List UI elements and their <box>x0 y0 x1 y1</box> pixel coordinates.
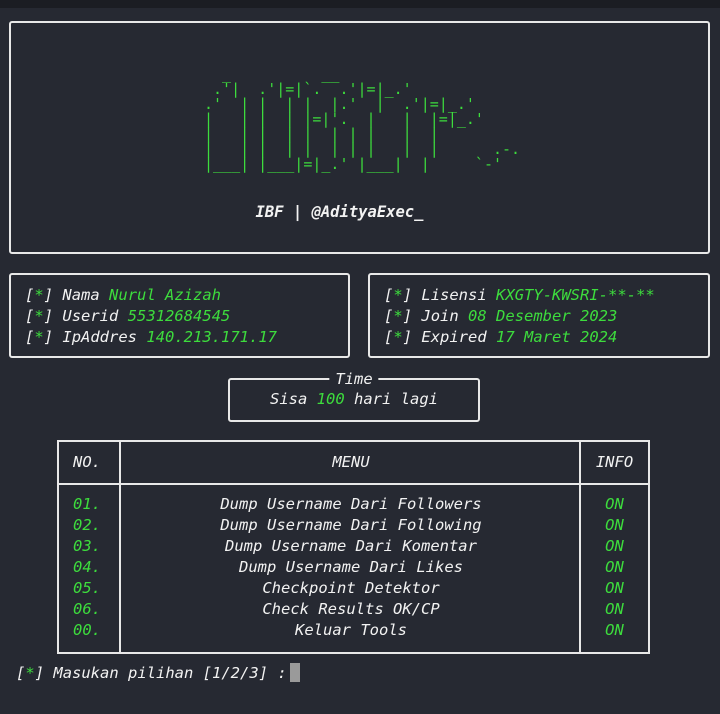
menu-labels: Dump Username Dari Followers Dump Userna… <box>121 494 581 641</box>
menu-number: 06. <box>73 600 101 618</box>
license-value: KXGTY-KWSRI-**-** <box>496 286 655 304</box>
menu-number: 00. <box>73 621 101 639</box>
user-value: 55312684545 <box>127 307 231 325</box>
menu-item-check-results: Check Results OK/CP <box>262 600 440 618</box>
license-row-join: [*] Join 08 Desember 2023 <box>384 307 618 325</box>
user-row-ip: [*] IpAddres 140.213.171.17 <box>25 328 278 346</box>
input-prompt[interactable]: [*] Masukan pilihan [1/2/3] : <box>16 663 300 683</box>
time-remaining-text: Sisa 100 hari lagi <box>230 390 478 408</box>
ascii-logo: _ __ .'| .'|=|`. .'|=|_.' .' | | | | |.'… <box>204 65 521 173</box>
status-badge: ON <box>605 537 624 555</box>
license-row-key: [*] Lisensi KXGTY-KWSRI-**-** <box>384 286 655 304</box>
time-prefix: Sisa <box>269 390 308 408</box>
status-badge: ON <box>605 495 624 513</box>
status-badge: ON <box>605 579 624 597</box>
status-badge: ON <box>605 600 624 618</box>
header-menu: MENU <box>332 453 370 471</box>
time-remaining-panel: Time Sisa 100 hari lagi <box>228 369 480 422</box>
menu-numbers: 01. 02. 03. 04. 05. 06. 00. <box>73 494 101 641</box>
text-cursor[interactable] <box>289 663 300 682</box>
menu-item-followers: Dump Username Dari Followers <box>220 495 482 513</box>
header-no: NO. <box>73 453 101 471</box>
menu-number: 01. <box>73 495 101 513</box>
status-badge: ON <box>605 516 624 534</box>
menu-number: 03. <box>73 537 101 555</box>
prompt-text: Masukan pilihan [1/2/3] : <box>53 664 287 682</box>
user-value: Nurul Azizah <box>109 286 222 304</box>
license-label: Expired <box>421 328 487 346</box>
bullet-marker: * <box>393 307 403 325</box>
author-credit: IBF | @AdityaExec_ <box>255 203 424 221</box>
user-info-panel: [*] Nama Nurul Azizah [*] Userid 5531268… <box>9 273 350 358</box>
license-value: 08 Desember 2023 <box>468 307 618 325</box>
bullet-marker: * <box>393 286 403 304</box>
banner-panel: _ __ .'| .'|=|`. .'|=|_.' .' | | | | |.'… <box>9 21 710 254</box>
menu-number: 02. <box>73 516 101 534</box>
user-label: Userid <box>62 307 119 325</box>
bullet-marker: * <box>25 664 35 682</box>
user-row-userid: [*] Userid 55312684545 <box>25 307 231 325</box>
license-info-panel: [*] Lisensi KXGTY-KWSRI-**-** [*] Join 0… <box>368 273 710 358</box>
menu-item-exit: Keluar Tools <box>295 621 407 639</box>
license-label: Lisensi <box>421 286 487 304</box>
status-badge: ON <box>605 558 624 576</box>
status-badge: ON <box>605 621 624 639</box>
menu-item-checkpoint: Checkpoint Detektor <box>262 579 440 597</box>
user-label: IpAddres <box>62 328 138 346</box>
license-label: Join <box>421 307 459 325</box>
menu-status: ON ON ON ON ON ON ON <box>581 494 648 641</box>
bullet-marker: * <box>34 286 44 304</box>
user-row-name: [*] Nama Nurul Azizah <box>25 286 222 304</box>
menu-item-komentar: Dump Username Dari Komentar <box>225 537 477 555</box>
menu-item-likes: Dump Username Dari Likes <box>239 558 463 576</box>
license-row-expired: [*] Expired 17 Maret 2024 <box>384 328 618 346</box>
header-info: INFO <box>595 453 634 471</box>
menu-number: 04. <box>73 558 101 576</box>
time-panel-title: Time <box>329 369 379 389</box>
days-remaining: 100 <box>316 390 345 408</box>
user-label: Nama <box>62 286 100 304</box>
window-top-bar <box>0 0 720 8</box>
bullet-marker: * <box>34 307 44 325</box>
user-value: 140.213.171.17 <box>146 328 278 346</box>
time-suffix: hari lagi <box>354 390 438 408</box>
menu-table: NO. MENU INFO 01. 02. 03. 04. 05. 06. 00… <box>57 440 650 654</box>
menu-item-following: Dump Username Dari Following <box>220 516 482 534</box>
header-divider <box>59 483 648 485</box>
bullet-marker: * <box>34 328 44 346</box>
bullet-marker: * <box>393 328 403 346</box>
license-value: 17 Maret 2024 <box>496 328 618 346</box>
menu-number: 05. <box>73 579 101 597</box>
